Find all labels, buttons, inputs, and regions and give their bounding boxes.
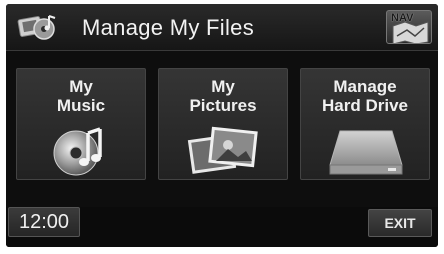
title-bar: Manage My Files NAV xyxy=(6,4,438,51)
nav-button[interactable]: NAV xyxy=(386,10,432,44)
photos-icon xyxy=(187,126,258,174)
exit-button[interactable]: EXIT xyxy=(368,209,432,237)
nav-label: NAV xyxy=(391,12,414,24)
tile-label: My Music xyxy=(56,77,106,115)
clock: 12:00 xyxy=(8,207,80,237)
manage-hard-drive-button[interactable]: Manage Hard Drive xyxy=(300,68,430,180)
tile-label: My Pictures xyxy=(189,77,257,115)
screen: Manage My Files NAV My Music My Pictures… xyxy=(6,4,438,247)
music-disc-icon xyxy=(53,127,102,176)
my-pictures-button[interactable]: My Pictures xyxy=(158,68,288,180)
page-title: Manage My Files xyxy=(82,15,255,40)
tile-label: Manage Hard Drive xyxy=(322,77,408,115)
hard-drive-icon xyxy=(329,130,403,175)
media-files-icon xyxy=(17,15,56,40)
my-music-button[interactable]: My Music xyxy=(16,68,146,180)
